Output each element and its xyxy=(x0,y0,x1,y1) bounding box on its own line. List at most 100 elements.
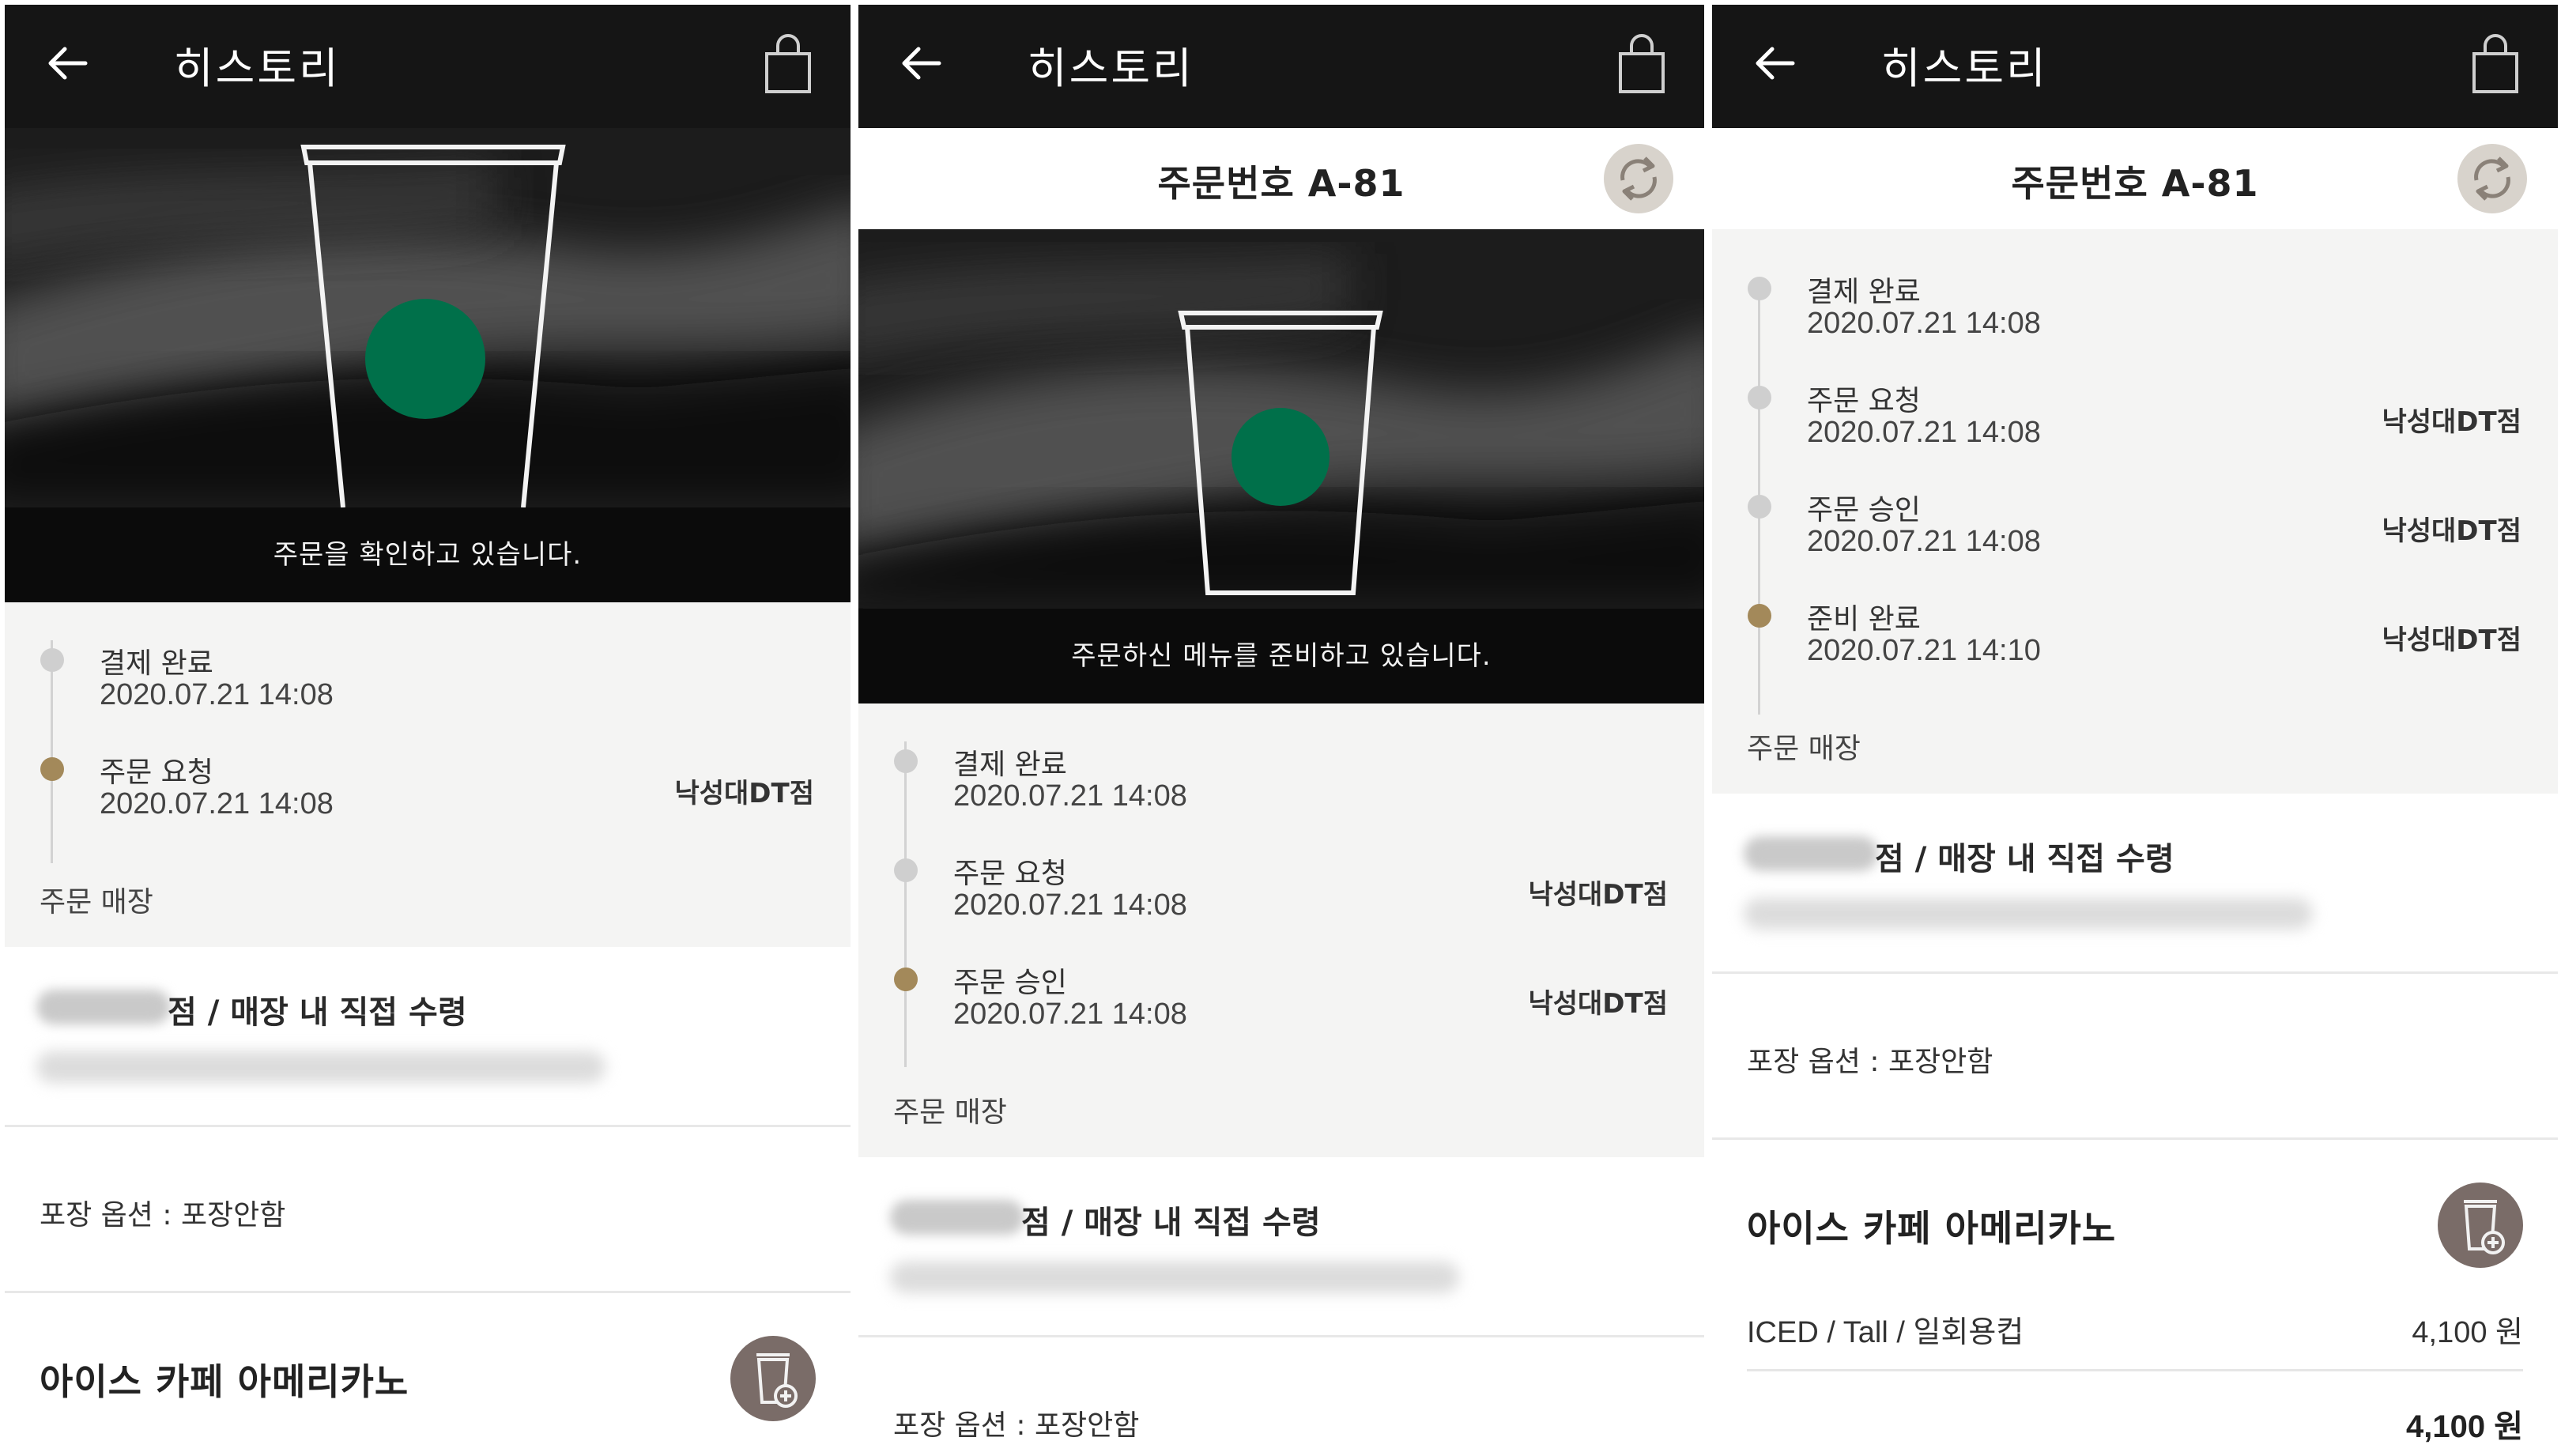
step-time: 2020.07.21 14:08 xyxy=(100,787,334,820)
menu-price: 4,100 원 xyxy=(2412,1316,2523,1349)
pickup-method: 점 / 매장 내 직접 수령 xyxy=(1021,1205,1321,1241)
timeline-step: 주문 요청 2020.07.21 14:08 낙성대DT점 xyxy=(858,849,1704,936)
cup-add-icon xyxy=(2464,1200,2505,1254)
timeline-dot xyxy=(1748,277,1771,300)
timeline-dot-active xyxy=(1748,604,1771,628)
step-label: 주문 요청 xyxy=(1807,385,1921,417)
step-label: 주문 승인 xyxy=(1807,494,1921,526)
cup-add-button[interactable] xyxy=(730,1336,816,1421)
step-time: 2020.07.21 14:08 xyxy=(953,888,1187,922)
cup-add-icon xyxy=(756,1353,798,1408)
arrow-left-icon[interactable] xyxy=(1752,40,1799,87)
page-title: 히스토리 xyxy=(174,43,341,93)
store-label: 주문 매장 xyxy=(40,886,153,918)
order-timeline: 결제 완료 2020.07.21 14:08 주문 요청 2020.07.21 … xyxy=(1712,229,2558,794)
page-title: 히스토리 xyxy=(1028,43,1194,93)
packaging-option: 포장 옵션 : 포장안함 xyxy=(5,1127,851,1293)
timeline-step: 결제 완료 2020.07.21 14:08 xyxy=(1712,267,2558,354)
status-caption: 주문하신 메뉴를 준비하고 있습니다. xyxy=(858,609,1704,703)
redacted-store-name xyxy=(36,990,171,1024)
timeline-step: 결제 완료 2020.07.21 14:08 xyxy=(858,740,1704,827)
order-number: 주문번호 A-81 xyxy=(1157,162,1405,205)
timeline-dot xyxy=(894,858,918,882)
timeline-step: 주문 요청 2020.07.21 14:08 낙성대DT점 xyxy=(1712,376,2558,463)
step-label: 주문 요청 xyxy=(100,756,213,789)
refresh-icon xyxy=(1620,157,1657,201)
pickup-method: 점 / 매장 내 직접 수령 xyxy=(168,994,467,1031)
step-label: 준비 완료 xyxy=(1807,603,1921,636)
order-timeline: 결제 완료 2020.07.21 14:08 주문 요청 2020.07.21 … xyxy=(5,602,851,947)
order-number-bar: 주문번호 A-81 xyxy=(858,128,1704,229)
step-time: 2020.07.21 14:08 xyxy=(1807,525,2041,558)
screen-order-preparing: 히스토리 주문번호 A-81 주문하신 메뉴를 준비하고 있습니다. 결제 완료… xyxy=(858,0,1704,1456)
menu-section: 아이스 카페 아메리카노 xyxy=(5,1293,851,1456)
screenshot-stage: 히스토리 주문을 확인하고 있습니다. 결제 완료 2020.07.21 14:… xyxy=(0,0,2561,1456)
total-price: 4,100 원 xyxy=(2405,1409,2523,1444)
redacted-address xyxy=(36,1051,605,1083)
step-store: 낙성대DT점 xyxy=(2382,406,2521,438)
pickup-info: 점 / 매장 내 직접 수령 xyxy=(5,947,851,1127)
step-time: 2020.07.21 14:08 xyxy=(100,678,334,711)
step-time: 2020.07.21 14:10 xyxy=(1807,634,2041,667)
packaging-text: 포장 옵션 : 포장안함 xyxy=(893,1409,1140,1442)
packaging-text: 포장 옵션 : 포장안함 xyxy=(1747,1046,1993,1078)
pickup-info: 점 / 매장 내 직접 수령 xyxy=(858,1157,1704,1337)
step-label: 결제 완료 xyxy=(1807,276,1921,308)
timeline-step: 준비 완료 2020.07.21 14:10 낙성대DT점 xyxy=(1712,594,2558,681)
store-label: 주문 매장 xyxy=(893,1096,1007,1129)
arrow-left-icon[interactable] xyxy=(44,40,92,87)
shopping-bag-icon[interactable] xyxy=(1616,33,1668,96)
step-time: 2020.07.21 14:08 xyxy=(953,779,1187,813)
redacted-address xyxy=(1744,898,2313,930)
screen-order-ready: 히스토리 주문번호 A-81 결제 완료 2020.07.21 14:08 주문… xyxy=(1712,0,2558,1456)
order-number: 주문번호 A-81 xyxy=(2011,162,2259,205)
timeline-dot-active xyxy=(40,757,64,781)
step-label: 주문 승인 xyxy=(953,967,1067,999)
packaging-text: 포장 옵션 : 포장안함 xyxy=(40,1199,286,1232)
step-label: 주문 요청 xyxy=(953,858,1067,890)
order-timeline: 결제 완료 2020.07.21 14:08 주문 요청 2020.07.21 … xyxy=(858,703,1704,1157)
order-status-hero: 주문을 확인하고 있습니다. xyxy=(5,128,851,602)
status-caption: 주문을 확인하고 있습니다. xyxy=(5,507,851,602)
step-time: 2020.07.21 14:08 xyxy=(1807,416,2041,449)
order-number-bar: 주문번호 A-81 xyxy=(1712,128,2558,229)
packaging-option: 포장 옵션 : 포장안함 xyxy=(1712,974,2558,1140)
timeline-dot xyxy=(1748,495,1771,519)
step-store: 낙성대DT점 xyxy=(1528,988,1668,1020)
refresh-button[interactable] xyxy=(1604,144,1673,213)
step-store: 낙성대DT점 xyxy=(2382,624,2521,656)
refresh-button[interactable] xyxy=(2457,144,2527,213)
page-title: 히스토리 xyxy=(1881,43,2048,93)
app-header: 히스토리 xyxy=(1712,5,2558,128)
timeline-dot xyxy=(40,648,64,672)
order-status-hero: 주문하신 메뉴를 준비하고 있습니다. xyxy=(858,229,1704,703)
menu-name: 아이스 카페 아메리카노 xyxy=(40,1360,409,1403)
redacted-store-name xyxy=(890,1200,1024,1235)
screen-order-checking: 히스토리 주문을 확인하고 있습니다. 결제 완료 2020.07.21 14:… xyxy=(5,0,851,1456)
app-header: 히스토리 xyxy=(5,5,851,128)
timeline-step: 주문 승인 2020.07.21 14:08 낙성대DT점 xyxy=(1712,485,2558,572)
step-store: 낙성대DT점 xyxy=(1528,879,1668,911)
menu-divider xyxy=(1747,1369,2523,1371)
step-time: 2020.07.21 14:08 xyxy=(953,998,1187,1031)
timeline-step: 주문 승인 2020.07.21 14:08 낙성대DT점 xyxy=(858,958,1704,1045)
cup-add-button[interactable] xyxy=(2438,1183,2523,1268)
shopping-bag-icon[interactable] xyxy=(2469,33,2521,96)
pickup-info: 점 / 매장 내 직접 수령 xyxy=(1712,794,2558,974)
menu-name: 아이스 카페 아메리카노 xyxy=(1747,1207,2117,1250)
timeline-step: 주문 요청 2020.07.21 14:08 낙성대DT점 xyxy=(5,748,851,835)
store-label: 주문 매장 xyxy=(1747,733,1861,765)
packaging-option: 포장 옵션 : 포장안함 xyxy=(858,1337,1704,1456)
redacted-address xyxy=(890,1262,1459,1293)
step-time: 2020.07.21 14:08 xyxy=(1807,307,2041,340)
step-label: 결제 완료 xyxy=(953,749,1067,781)
timeline-dot-active xyxy=(894,968,918,991)
refresh-icon xyxy=(2474,157,2510,201)
timeline-step: 결제 완료 2020.07.21 14:08 xyxy=(5,639,851,726)
menu-section: 아이스 카페 아메리카노 ICED / Tall / 일회용컵 4,100 원 … xyxy=(1712,1140,2558,1456)
menu-options: ICED / Tall / 일회용컵 xyxy=(1747,1316,2024,1349)
step-label: 결제 완료 xyxy=(100,647,213,680)
shopping-bag-icon[interactable] xyxy=(762,33,814,96)
timeline-dot xyxy=(894,749,918,773)
arrow-left-icon[interactable] xyxy=(898,40,945,87)
